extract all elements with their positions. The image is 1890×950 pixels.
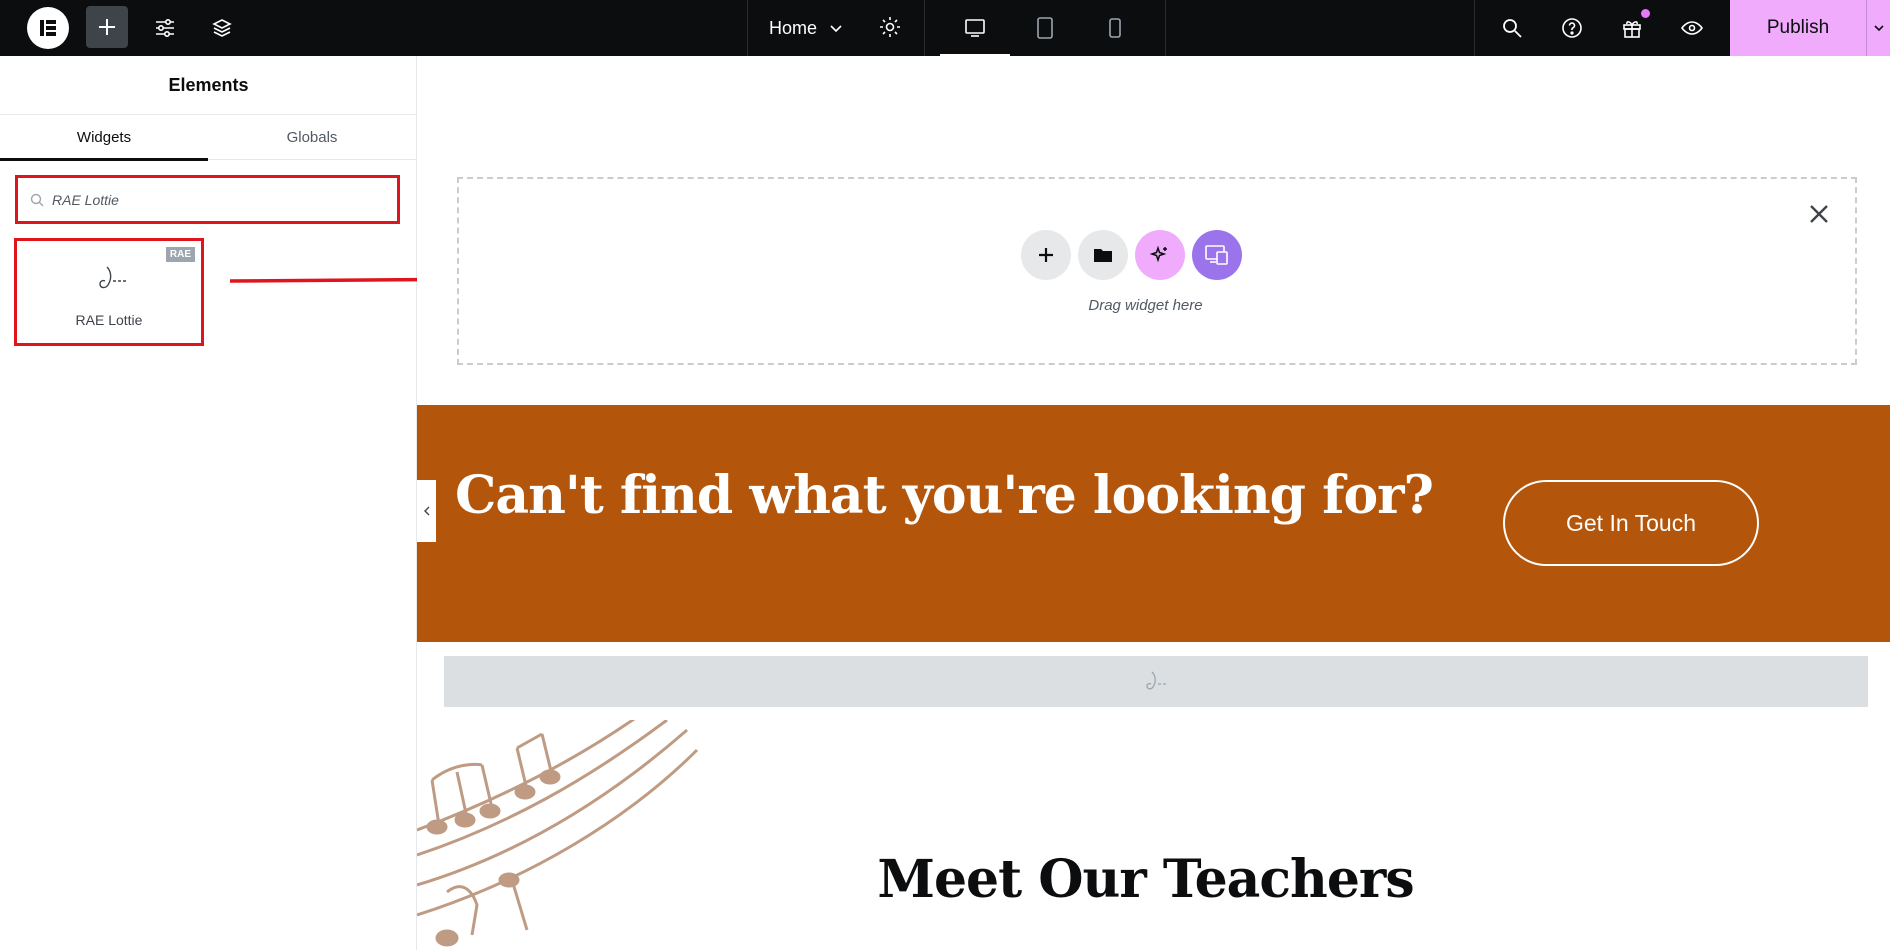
search-icon <box>30 193 44 206</box>
cta-section: Can't find what you're looking for? Get … <box>417 405 1890 642</box>
publish-button[interactable]: Publish <box>1730 0 1866 56</box>
plus-icon <box>1039 248 1053 262</box>
publish-options-button[interactable] <box>1866 0 1890 56</box>
tab-widgets[interactable]: Widgets <box>0 115 208 161</box>
desktop-icon <box>965 19 985 37</box>
sliders-icon <box>156 18 174 38</box>
tab-globals[interactable]: Globals <box>208 115 416 160</box>
devices-icon <box>1205 245 1228 265</box>
help-icon <box>1562 18 1582 38</box>
lottie-icon <box>1146 671 1166 689</box>
editor-canvas: Drag widget here Can't find what you're … <box>417 56 1890 950</box>
tablet-view-button[interactable] <box>1010 0 1080 56</box>
folder-icon <box>1094 249 1112 262</box>
editor-topbar: Home Publish <box>0 0 1890 56</box>
notification-dot <box>1641 9 1650 18</box>
widget-label: RAE Lottie <box>75 312 143 328</box>
panel-title: Elements <box>0 56 417 115</box>
music-notes-decoration <box>417 720 699 947</box>
ai-sparkle-icon <box>1149 245 1167 263</box>
desktop-view-button[interactable] <box>940 0 1010 56</box>
tablet-icon <box>1037 17 1053 39</box>
panel-tabs: Widgets Globals <box>0 115 417 161</box>
elementor-logo-icon[interactable] <box>27 7 69 49</box>
gear-icon[interactable] <box>877 14 903 40</box>
lottie-widget-placeholder[interactable] <box>444 656 1868 707</box>
widget-rae-lottie[interactable]: RAE RAE Lottie <box>14 238 204 346</box>
widget-badge: RAE <box>165 247 195 262</box>
cta-heading: Can't find what you're looking for? <box>455 465 1434 526</box>
section-heading: Meet Our Teachers <box>877 849 1414 910</box>
page-name: Home <box>769 17 818 38</box>
chevron-left-icon <box>423 506 429 516</box>
mobile-icon <box>1109 18 1121 38</box>
close-icon[interactable] <box>1807 202 1831 226</box>
gift-icon <box>1623 21 1641 38</box>
responsive-layout-button[interactable] <box>1192 230 1242 280</box>
widget-search <box>15 175 400 224</box>
get-in-touch-button[interactable]: Get In Touch <box>1503 480 1759 566</box>
page-selector[interactable]: Home <box>747 0 925 56</box>
plus-icon <box>99 19 115 35</box>
chevron-down-icon <box>830 25 842 33</box>
finder-button[interactable] <box>1492 8 1532 48</box>
layers-icon <box>212 19 232 37</box>
mobile-view-button[interactable] <box>1080 0 1150 56</box>
add-element-button[interactable] <box>86 6 128 48</box>
elements-panel: Elements Widgets Globals RAE RAE Lottie <box>0 56 417 950</box>
collapse-panel-button[interactable] <box>417 480 436 542</box>
lottie-icon <box>99 266 126 289</box>
preview-button[interactable] <box>1672 8 1712 48</box>
ai-build-button[interactable] <box>1135 230 1185 280</box>
site-settings-button[interactable] <box>145 8 185 48</box>
help-button[interactable] <box>1552 8 1592 48</box>
dropzone-hint: Drag widget here <box>1088 297 1203 314</box>
chevron-down-icon <box>1873 25 1884 32</box>
add-section-button[interactable] <box>1021 230 1071 280</box>
structure-button[interactable] <box>202 8 242 48</box>
search-icon <box>1503 19 1522 38</box>
add-template-button[interactable] <box>1078 230 1128 280</box>
eye-icon <box>1681 21 1703 35</box>
widget-search-input[interactable] <box>52 191 372 208</box>
